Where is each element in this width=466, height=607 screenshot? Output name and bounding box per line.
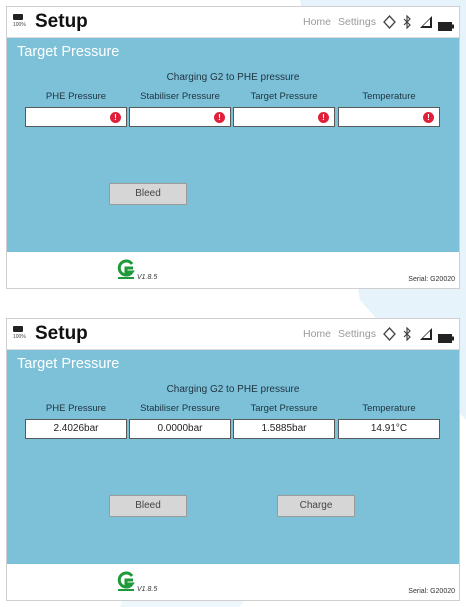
status-subtitle: Charging G2 to PHE pressure (166, 384, 300, 395)
target-pressure-field[interactable]: 1.5885bar (233, 419, 335, 439)
location-icon (383, 327, 396, 346)
status-subtitle: Charging G2 to PHE pressure (166, 72, 300, 83)
phe-pressure-field[interactable]: ! (25, 107, 127, 127)
temperature-field[interactable]: ! (338, 107, 440, 127)
setup-screen-after: 100% Setup Home Settings Target Pressure… (6, 318, 460, 601)
nav-settings-link[interactable]: Settings (338, 16, 376, 28)
stabiliser-pressure-label: Stabiliser Pressure (140, 91, 220, 102)
phe-pressure-field[interactable]: 2.4026bar (25, 419, 127, 439)
location-icon (383, 15, 396, 34)
top-bar: 100% Setup Home Settings (7, 319, 459, 350)
panel-title: Target Pressure (17, 44, 120, 60)
nav-home-link[interactable]: Home (303, 328, 331, 340)
target-pressure-label: Target Pressure (250, 403, 318, 414)
top-bar: 100% Setup Home Settings (7, 7, 459, 38)
version-label: V1.8.5 (137, 586, 158, 593)
status-icons (383, 326, 457, 343)
bleed-button[interactable]: Bleed (109, 183, 187, 205)
stabiliser-pressure-field[interactable]: 0.0000bar (129, 419, 231, 439)
target-pressure-panel: Target Pressure Charging G2 to PHE press… (7, 350, 459, 564)
battery-icon: 100% (13, 14, 26, 30)
bleed-button[interactable]: Bleed (109, 495, 187, 517)
version-label: V1.8.5 (137, 274, 158, 281)
phe-pressure-label: PHE Pressure (45, 91, 107, 102)
logo-icon (117, 571, 135, 591)
panel-title: Target Pressure (17, 356, 120, 372)
target-pressure-panel: Target Pressure Charging G2 to PHE press… (7, 38, 459, 252)
nav-home-link[interactable]: Home (303, 16, 331, 28)
error-icon: ! (318, 112, 329, 123)
temperature-label: Temperature (362, 403, 416, 414)
target-pressure-label: Target Pressure (250, 91, 318, 102)
charge-button[interactable]: Charge (277, 495, 355, 517)
page-title: Setup (35, 11, 88, 32)
signal-icon (419, 327, 433, 346)
bluetooth-icon (402, 326, 412, 346)
footer: V1.8.5 Serial: G20020 (7, 252, 459, 288)
temperature-field[interactable]: 14.91°C (338, 419, 440, 439)
status-icons (383, 14, 457, 31)
page-title: Setup (35, 323, 88, 344)
setup-screen-before: 100% Setup Home Settings Target Pressure… (6, 6, 460, 289)
footer: V1.8.5 Serial: G20020 (7, 564, 459, 600)
logo-icon (117, 259, 135, 279)
serial-label: Serial: G20020 (408, 588, 455, 595)
battery-level: 100% (13, 334, 26, 340)
target-pressure-field[interactable]: ! (233, 107, 335, 127)
bluetooth-icon (402, 14, 412, 34)
stabiliser-pressure-label: Stabiliser Pressure (140, 403, 220, 414)
error-icon: ! (110, 112, 121, 123)
battery-status-icon (438, 330, 454, 348)
battery-icon: 100% (13, 326, 26, 342)
temperature-label: Temperature (362, 91, 416, 102)
battery-level: 100% (13, 22, 26, 28)
serial-label: Serial: G20020 (408, 276, 455, 283)
phe-pressure-label: PHE Pressure (45, 403, 107, 414)
stabiliser-pressure-field[interactable]: ! (129, 107, 231, 127)
battery-status-icon (438, 18, 454, 36)
error-icon: ! (423, 112, 434, 123)
signal-icon (419, 15, 433, 34)
error-icon: ! (214, 112, 225, 123)
nav-settings-link[interactable]: Settings (338, 328, 376, 340)
